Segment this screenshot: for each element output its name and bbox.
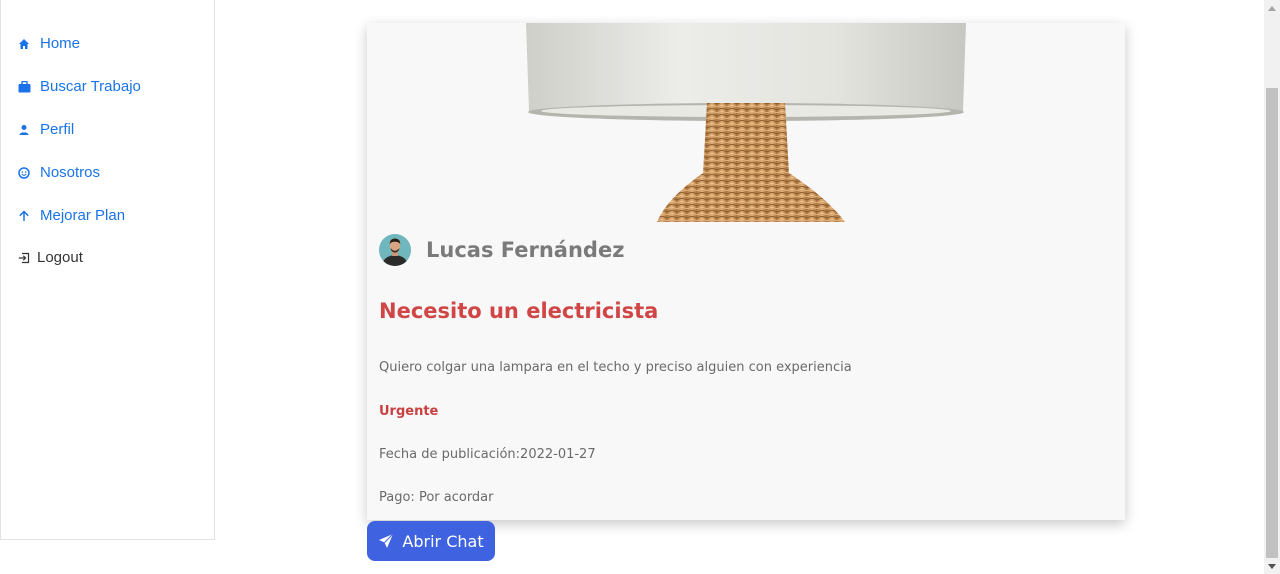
avatar[interactable] bbox=[379, 234, 411, 266]
sidebar-item-label: Nosotros bbox=[40, 164, 101, 181]
sidebar: Home Buscar Trabajo Perfil Nosotros Mejo… bbox=[0, 0, 215, 540]
sidebar-item-label: Home bbox=[40, 35, 81, 52]
sidebar-item-label: Mejorar Plan bbox=[40, 207, 126, 224]
sidebar-item-label: Buscar Trabajo bbox=[40, 78, 141, 95]
smiley-icon bbox=[17, 166, 31, 180]
sidebar-item-logout[interactable]: Logout bbox=[17, 249, 83, 266]
send-icon bbox=[378, 533, 394, 549]
vertical-scrollbar[interactable] bbox=[1264, 0, 1280, 574]
sidebar-item-label: Perfil bbox=[40, 121, 75, 138]
arrow-up-icon bbox=[17, 209, 31, 223]
sidebar-item-nosotros[interactable]: Nosotros bbox=[17, 164, 100, 181]
scroll-up-arrow-icon[interactable] bbox=[1264, 0, 1280, 16]
payment-info: Pago: Por acordar bbox=[379, 490, 494, 505]
person-icon bbox=[17, 123, 31, 137]
sidebar-item-label: Logout bbox=[37, 249, 83, 266]
author-name: Lucas Fernández bbox=[426, 238, 625, 262]
publication-date: Fecha de publicación:2022-01-27 bbox=[379, 447, 596, 462]
scrollbar-thumb[interactable] bbox=[1266, 88, 1278, 558]
sidebar-item-perfil[interactable]: Perfil bbox=[17, 121, 74, 138]
home-icon bbox=[17, 37, 31, 51]
job-description: Quiero colgar una lampara en el techo y … bbox=[379, 360, 852, 375]
job-post-card: Lucas Fernández Necesito un electricista… bbox=[367, 23, 1125, 520]
logout-icon bbox=[17, 251, 31, 265]
open-chat-button[interactable]: Abrir Chat bbox=[367, 521, 495, 561]
sidebar-item-mejorar-plan[interactable]: Mejorar Plan bbox=[17, 207, 125, 224]
sidebar-item-buscar-trabajo[interactable]: Buscar Trabajo bbox=[17, 78, 141, 95]
scroll-down-arrow-icon[interactable] bbox=[1264, 558, 1280, 574]
job-title: Necesito un electricista bbox=[379, 299, 659, 323]
post-author: Lucas Fernández bbox=[379, 234, 624, 266]
briefcase-icon bbox=[17, 80, 31, 94]
urgency-label: Urgente bbox=[379, 404, 439, 419]
sidebar-item-home[interactable]: Home bbox=[17, 35, 80, 52]
lamp-photo bbox=[367, 23, 1125, 222]
open-chat-label: Abrir Chat bbox=[402, 531, 484, 551]
